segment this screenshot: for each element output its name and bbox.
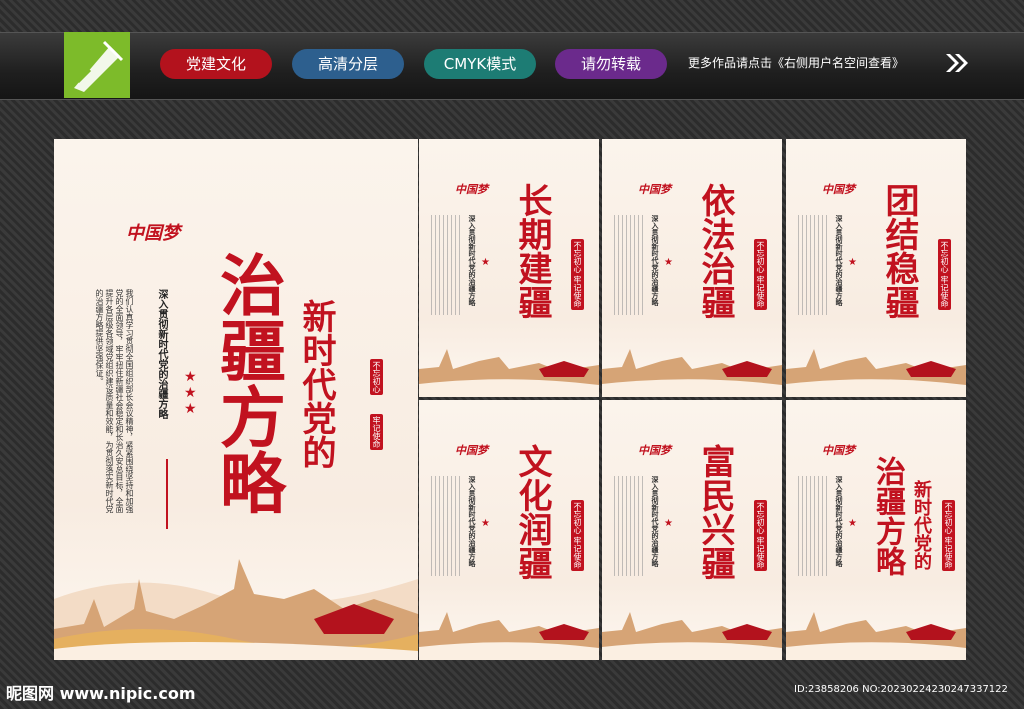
- china-dream-logo: 中国梦: [638, 444, 671, 457]
- main-subtitle: 新时代党的: [296, 299, 336, 469]
- tag-party-culture[interactable]: 党建文化: [160, 49, 272, 79]
- china-dream-logo: 中国梦: [822, 183, 855, 196]
- brand-logo[interactable]: [64, 32, 130, 98]
- poster-title: 依法治疆: [695, 183, 735, 319]
- double-chevron-right-icon[interactable]: [944, 52, 970, 74]
- china-dream-logo: 中国梦: [638, 183, 671, 196]
- china-dream-logo: 中国梦: [822, 444, 855, 457]
- more-works-link[interactable]: 更多作品请点击《右侧用户名空间查看》: [688, 54, 904, 71]
- main-poster[interactable]: 中国梦 治疆方略 新时代党的 ★ ★ ★ 深入贯彻新时代党的治疆方略 我们认真学习贯…: [54, 139, 418, 660]
- seal-slogan: 不忘初心 牢记使命: [938, 239, 951, 310]
- poster-heading: 深入贯彻新时代党的治疆方略: [468, 215, 476, 306]
- body-text-block: [431, 215, 461, 315]
- poster-strategy[interactable]: 中国梦 治疆方略 新时代党的 深入贯彻新时代党的治疆方略 ★ 不忘初心 牢记使命: [786, 400, 966, 660]
- seal-slogan: 不忘初心 牢记使命: [754, 239, 767, 310]
- city-skyline-illustration: [786, 349, 966, 397]
- poster-title: 治疆方略: [870, 456, 905, 576]
- image-id: ID:23858206 NO:20230224230247337122: [794, 684, 1008, 695]
- poster-rule-of-law[interactable]: 中国梦 依法治疆 深入贯彻新时代党的治疆方略 ★ 不忘初心 牢记使命: [602, 139, 782, 397]
- city-skyline-illustration: [602, 612, 782, 660]
- poster-heading: 深入贯彻新时代党的治疆方略: [651, 476, 659, 567]
- star-icon: ★: [848, 518, 857, 529]
- poster-heading: 深入贯彻新时代党的治疆方略: [835, 476, 843, 567]
- star-icon: ★: [664, 518, 673, 529]
- poster-culture[interactable]: 中国梦 文化润疆 深入贯彻新时代党的治疆方略 ★ 不忘初心 牢记使命: [419, 400, 599, 660]
- star-icon: ★: [664, 257, 673, 268]
- city-skyline-illustration: [419, 349, 599, 397]
- main-heading: 深入贯彻新时代党的治疆方略: [156, 289, 167, 419]
- poster-title: 富民兴疆: [695, 444, 735, 580]
- body-text-block: [614, 476, 644, 576]
- body-text-block: [798, 476, 828, 576]
- main-title: 治疆方略: [209, 251, 287, 515]
- poster-heading: 深入贯彻新时代党的治疆方略: [835, 215, 843, 306]
- decor-line: [166, 459, 168, 529]
- seal-slogan: 不忘初心 牢记使命: [571, 239, 584, 310]
- stars-icon: ★ ★ ★: [184, 369, 197, 417]
- main-body-text: 我们认真学习贯彻全国组织部长会议精神，紧紧围绕坚持和加强党的全面领导，牢牢扭住新…: [95, 289, 134, 513]
- star-icon: ★: [848, 257, 857, 268]
- seal-slogan: 不忘初心 牢记使命: [754, 500, 767, 571]
- city-skyline-illustration: [786, 612, 966, 660]
- poster-title: 文化润疆: [512, 444, 552, 580]
- tag-no-repost[interactable]: 请勿转载: [555, 49, 667, 79]
- star-icon: ★: [481, 518, 490, 529]
- site-watermark: 昵图网 www.nipic.com: [6, 684, 196, 703]
- tag-cmyk[interactable]: CMYK模式: [424, 49, 536, 79]
- city-skyline-illustration: [419, 612, 599, 660]
- seal-slogan: 不忘初心 牢记使命: [571, 500, 584, 571]
- tag-hd-layers[interactable]: 高清分层: [292, 49, 404, 79]
- city-skyline-illustration: [602, 349, 782, 397]
- poster-title: 长期建疆: [512, 183, 552, 319]
- seal-keep-mission: 牢记使命: [370, 414, 383, 450]
- body-text-block: [614, 215, 644, 315]
- poster-unity[interactable]: 中国梦 团结稳疆 深入贯彻新时代党的治疆方略 ★ 不忘初心 牢记使命: [786, 139, 966, 397]
- china-dream-logo: 中国梦: [126, 223, 180, 244]
- poster-heading: 深入贯彻新时代党的治疆方略: [651, 215, 659, 306]
- poster-long-term[interactable]: 中国梦 长期建疆 深入贯彻新时代党的治疆方略 ★ 不忘初心 牢记使命: [419, 139, 599, 397]
- seal-remember-original: 不忘初心: [370, 359, 383, 395]
- pen-icon: [74, 40, 124, 92]
- city-skyline-illustration: [54, 559, 418, 660]
- china-dream-logo: 中国梦: [455, 183, 488, 196]
- poster-subtitle: 新时代党的: [911, 480, 932, 570]
- star-icon: ★: [481, 257, 490, 268]
- poster-heading: 深入贯彻新时代党的治疆方略: [468, 476, 476, 567]
- body-text-block: [431, 476, 461, 576]
- china-dream-logo: 中国梦: [455, 444, 488, 457]
- body-text-block: [798, 215, 828, 315]
- poster-prosperity[interactable]: 中国梦 富民兴疆 深入贯彻新时代党的治疆方略 ★ 不忘初心 牢记使命: [602, 400, 782, 660]
- seal-slogan: 不忘初心 牢记使命: [942, 500, 955, 571]
- poster-title: 团结稳疆: [879, 183, 919, 319]
